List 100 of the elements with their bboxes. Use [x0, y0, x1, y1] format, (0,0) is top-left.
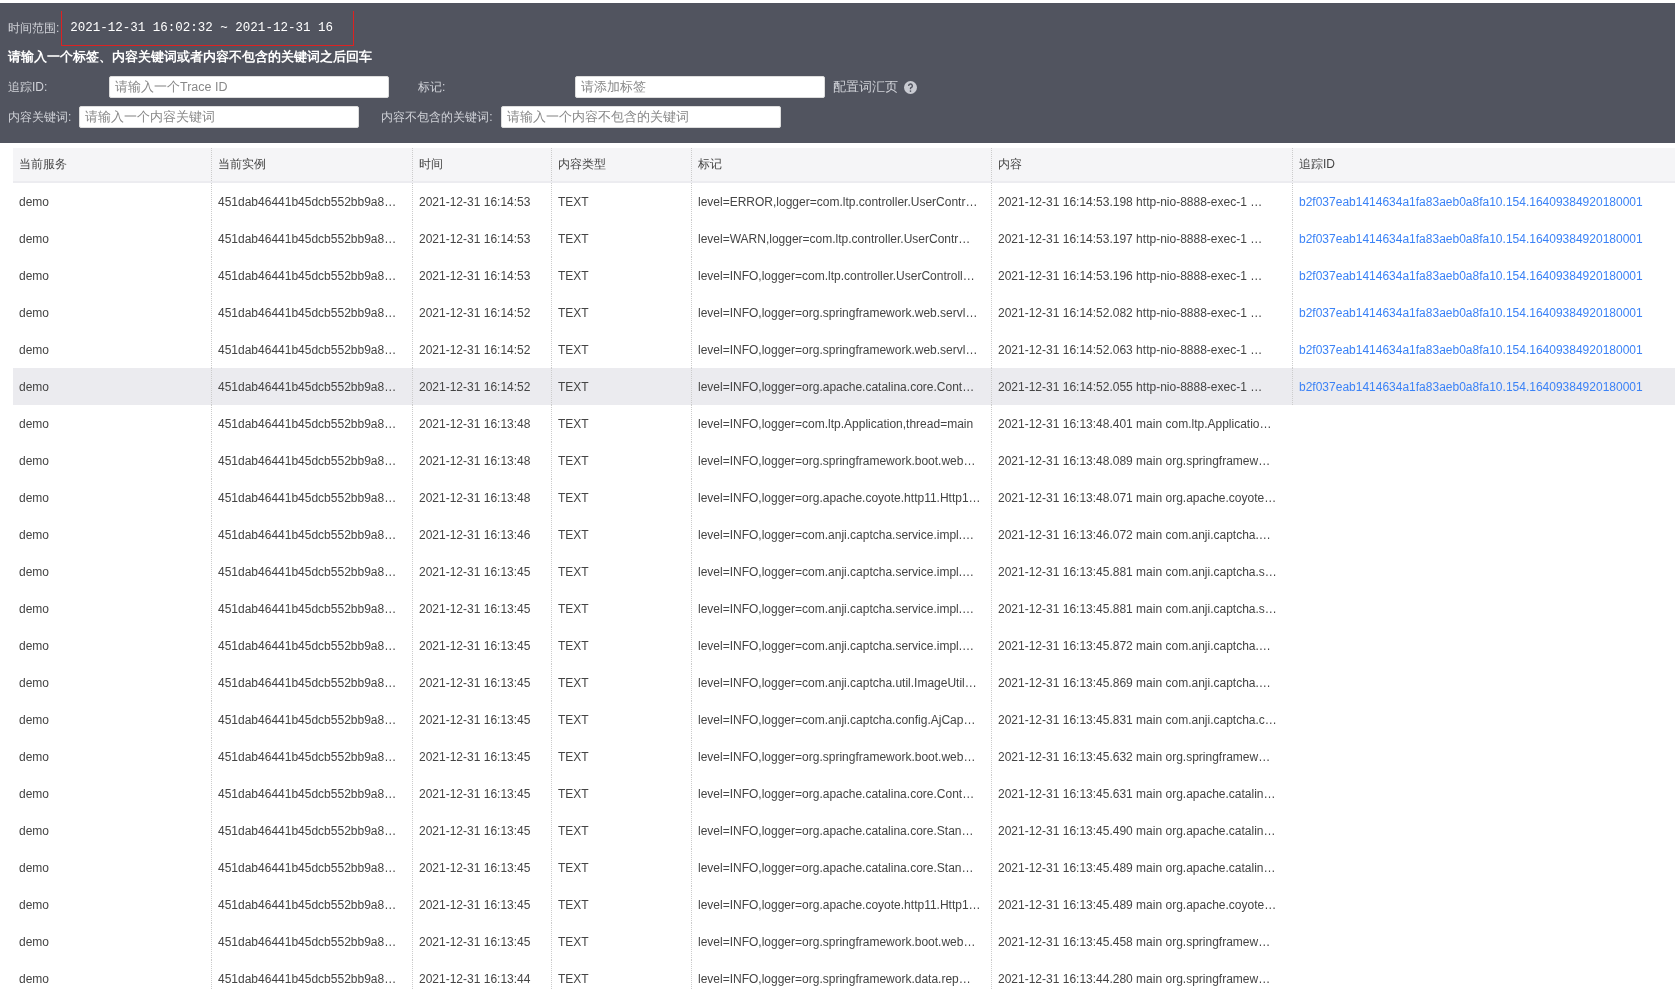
- table-row[interactable]: [13, 368, 1675, 405]
- table-cell: demo: [19, 416, 50, 431]
- table-cell: 2021-12-31 16:14:53.197 http-nio-8888-exec-1 …: [998, 231, 1263, 246]
- table-row[interactable]: demo 451dab46441b45dcb552bb9a8… 2021-12-31 16:13:48 TEXT level=INFO,logger=org.apache.coyote.http11.Http1… 2021-12-31 16:13:48.071 main org.apache.coyote…: [13, 479, 1675, 516]
- column-header: 时间: [412, 148, 551, 181]
- table-cell: 2021-12-31 16:13:45: [419, 823, 531, 838]
- column-header: 内容: [991, 148, 1292, 181]
- table-cell: 451dab46441b45dcb552bb9a8…: [218, 971, 397, 986]
- table-cell: 2021-12-31 16:13:48: [419, 416, 531, 431]
- table-cell: 451dab46441b45dcb552bb9a8…: [218, 305, 397, 320]
- trace-id-link[interactable]: b2f037eab1414634a1fa83aeb0a8fa10.154.16409384920180001: [1299, 268, 1643, 283]
- table-cell: 2021-12-31 16:13:46: [419, 527, 531, 542]
- excluded-keyword-field[interactable]: 请输入一个内容不包含的关键词: [500, 106, 781, 128]
- time-range-label: 时间范围:: [8, 19, 60, 37]
- trace-id-label: 追踪ID:: [8, 78, 49, 96]
- table-cell: TEXT: [558, 860, 589, 875]
- table-row[interactable]: demo 451dab46441b45dcb552bb9a8… 2021-12-31 16:13:45 TEXT level=INFO,logger=org.apache.catalina.core.Cont… 2021-12-31 16:13:45.631 main org.apache.catalin…: [13, 775, 1675, 812]
- table-cell: 2021-12-31 16:14:53.196 http-nio-8888-exec-1 …: [998, 268, 1263, 283]
- table-cell: 2021-12-31 16:13:45.489 main org.apache.coyote…: [998, 897, 1277, 912]
- table-cell: level=INFO,logger=org.springframework.boot.web…: [698, 934, 976, 949]
- table-cell: 2021-12-31 16:13:44.280 main org.springframew…: [998, 971, 1271, 986]
- search-hint: 请输入一个标签、内容关键词或者内容不包含的关键词之后回车: [8, 48, 373, 66]
- table-cell: 451dab46441b45dcb552bb9a8…: [218, 712, 397, 727]
- column-header: 当前服务: [18, 156, 68, 173]
- vocabulary-link[interactable]: 配置词汇页: [833, 78, 898, 96]
- column-header: 当前实例: [211, 148, 412, 181]
- table-cell: 451dab46441b45dcb552bb9a8…: [218, 490, 397, 505]
- help-icon[interactable]: [904, 80, 917, 94]
- table-cell: 451dab46441b45dcb552bb9a8…: [218, 194, 397, 209]
- table-cell: 2021-12-31 16:14:52: [419, 379, 531, 394]
- table-cell: level=INFO,logger=com.ltp.Application,thread=main: [698, 416, 974, 431]
- table-cell: 2021-12-31 16:13:45: [419, 675, 531, 690]
- table-cell: demo: [19, 490, 50, 505]
- table-cell: 2021-12-31 16:14:53: [419, 268, 531, 283]
- table-cell: TEXT: [558, 305, 589, 320]
- table-cell: TEXT: [558, 564, 589, 579]
- table-cell: 451dab46441b45dcb552bb9a8…: [218, 268, 397, 283]
- table-cell: level=INFO,logger=org.springframework.web.servl…: [698, 305, 978, 320]
- trace-id-field[interactable]: 请输入一个Trace ID: [109, 76, 389, 98]
- table-cell: TEXT: [558, 675, 589, 690]
- table-row[interactable]: demo 451dab46441b45dcb552bb9a8… 2021-12-31 16:13:45 TEXT level=INFO,logger=com.anji.captcha.service.impl.… 2021-12-31 16:13:45.881 main com.anji.captcha.s…: [13, 553, 1675, 590]
- table-cell: TEXT: [558, 712, 589, 727]
- table-cell: 2021-12-31 16:13:45: [419, 749, 531, 764]
- table-row[interactable]: demo 451dab46441b45dcb552bb9a8… 2021-12-31 16:13:45 TEXT level=INFO,logger=org.apache.catalina.core.Stan… 2021-12-31 16:13:45.489 main org.apache.catalin…: [13, 849, 1675, 886]
- table-cell: demo: [19, 601, 50, 616]
- table-cell: 451dab46441b45dcb552bb9a8…: [218, 601, 397, 616]
- table-row[interactable]: demo 451dab46441b45dcb552bb9a8… 2021-12-31 16:13:46 TEXT level=INFO,logger=com.anji.captcha.service.impl.… 2021-12-31 16:13:46.072 main com.anji.captcha.…: [13, 516, 1675, 553]
- column-header: 追踪ID: [1292, 148, 1675, 181]
- table-cell: level=INFO,logger=org.springframework.data.rep…: [698, 971, 971, 986]
- table-cell: 2021-12-31 16:14:53: [419, 231, 531, 246]
- table-cell: TEXT: [558, 897, 589, 912]
- table-cell: 2021-12-31 16:13:45.881 main com.anji.captcha.s…: [998, 601, 1277, 616]
- table-cell: 2021-12-31 16:14:53.198 http-nio-8888-exec-1 …: [998, 194, 1263, 209]
- table-cell: TEXT: [558, 416, 589, 431]
- table-cell: 2021-12-31 16:13:45: [419, 712, 531, 727]
- column-header: 标记: [691, 148, 991, 181]
- table-cell: 2021-12-31 16:14:52.082 http-nio-8888-exec-1 …: [998, 305, 1263, 320]
- table-cell: 451dab46441b45dcb552bb9a8…: [218, 860, 397, 875]
- table-cell: 2021-12-31 16:13:48: [419, 453, 531, 468]
- table-cell: demo: [19, 379, 50, 394]
- table-cell: 2021-12-31 16:13:45.831 main com.anji.captcha.c…: [998, 712, 1277, 727]
- table-cell: demo: [19, 712, 50, 727]
- excluded-keyword-label: 内容不包含的关键词:: [381, 108, 493, 126]
- table-cell: 2021-12-31 16:13:46.072 main com.anji.captcha.…: [998, 527, 1271, 542]
- table-cell: TEXT: [558, 268, 589, 283]
- table-cell: 2021-12-31 16:13:45: [419, 897, 531, 912]
- table-row[interactable]: demo 451dab46441b45dcb552bb9a8… 2021-12-31 16:13:45 TEXT level=INFO,logger=org.springframework.boot.web… 2021-12-31 16:13:45.458 main org.springframew…: [13, 923, 1675, 960]
- table-cell: 2021-12-31 16:13:45: [419, 934, 531, 949]
- table-cell: demo: [19, 675, 50, 690]
- trace-id-link[interactable]: b2f037eab1414634a1fa83aeb0a8fa10.154.16409384920180001: [1299, 305, 1643, 320]
- table-cell: TEXT: [558, 638, 589, 653]
- table-cell: 2021-12-31 16:13:45: [419, 786, 531, 801]
- table-cell: level=WARN,logger=com.ltp.controller.UserContr…: [698, 231, 971, 246]
- table-cell: 451dab46441b45dcb552bb9a8…: [218, 934, 397, 949]
- table-row[interactable]: demo 451dab46441b45dcb552bb9a8… 2021-12-31 16:13:45 TEXT level=INFO,logger=com.anji.captcha.util.ImageUtil… 2021-12-31 16:13:45.869 main com.anji.captcha.…: [13, 664, 1675, 701]
- table-row[interactable]: demo 451dab46441b45dcb552bb9a8… 2021-12-31 16:13:45 TEXT level=INFO,logger=com.anji.captcha.service.impl.… 2021-12-31 16:13:45.881 main com.anji.captcha.s…: [13, 590, 1675, 627]
- table-row[interactable]: demo 451dab46441b45dcb552bb9a8… 2021-12-31 16:13:45 TEXT level=INFO,logger=org.springframework.boot.web… 2021-12-31 16:13:45.632 main org.springframew…: [13, 738, 1675, 775]
- table-cell: 451dab46441b45dcb552bb9a8…: [218, 897, 397, 912]
- table-cell: demo: [19, 786, 50, 801]
- table-cell: demo: [19, 305, 50, 320]
- table-cell: demo: [19, 342, 50, 357]
- table-cell: TEXT: [558, 786, 589, 801]
- table-cell: level=INFO,logger=com.anji.captcha.service.impl.…: [698, 601, 975, 616]
- table-row[interactable]: demo 451dab46441b45dcb552bb9a8… 2021-12-31 16:13:45 TEXT level=INFO,logger=com.anji.captcha.config.AjCap… 2021-12-31 16:13:45.831 main com.anji.captcha.c…: [13, 701, 1675, 738]
- table-row[interactable]: demo 451dab46441b45dcb552bb9a8… 2021-12-31 16:13:45 TEXT level=INFO,logger=com.anji.captcha.service.impl.… 2021-12-31 16:13:45.872 main com.anji.captcha.…: [13, 627, 1675, 664]
- keyword-field[interactable]: 请输入一个内容关键词: [79, 106, 360, 128]
- table-row[interactable]: demo 451dab46441b45dcb552bb9a8… 2021-12-31 16:13:44 TEXT level=INFO,logger=org.springframework.data.rep… 2021-12-31 16:13:44.280 main org.springframew…: [13, 960, 1675, 990]
- table-cell: demo: [19, 749, 50, 764]
- table-row[interactable]: demo 451dab46441b45dcb552bb9a8… 2021-12-31 16:13:45 TEXT level=INFO,logger=org.apache.coyote.http11.Http1… 2021-12-31 16:13:45.489 main org.apache.coyote…: [13, 886, 1675, 923]
- tags-field[interactable]: 请添加标签: [575, 76, 825, 98]
- table-cell: 451dab46441b45dcb552bb9a8…: [218, 786, 397, 801]
- table-cell: level=INFO,logger=com.anji.captcha.service.impl.…: [698, 527, 975, 542]
- table-row[interactable]: demo 451dab46441b45dcb552bb9a8… 2021-12-31 16:13:48 TEXT level=INFO,logger=org.springframework.boot.web… 2021-12-31 16:13:48.089 main org.springframew…: [13, 442, 1675, 479]
- table-cell: level=INFO,logger=org.apache.coyote.http11.Http1…: [698, 490, 981, 505]
- trace-id-link[interactable]: b2f037eab1414634a1fa83aeb0a8fa10.154.16409384920180001: [1299, 342, 1643, 357]
- table-row[interactable]: demo 451dab46441b45dcb552bb9a8… 2021-12-31 16:13:48 TEXT level=INFO,logger=com.ltp.Application,thread=main 2021-12-31 16:13:48.401 main com.ltp.Applicatio…: [13, 405, 1675, 442]
- table-cell: 2021-12-31 16:13:45.872 main com.anji.captcha.…: [998, 638, 1271, 653]
- table-row[interactable]: demo 451dab46441b45dcb552bb9a8… 2021-12-31 16:13:45 TEXT level=INFO,logger=org.apache.catalina.core.Stan… 2021-12-31 16:13:45.490 main org.apache.catalin…: [13, 812, 1675, 849]
- trace-id-link[interactable]: b2f037eab1414634a1fa83aeb0a8fa10.154.16409384920180001: [1299, 194, 1643, 209]
- trace-id-link[interactable]: b2f037eab1414634a1fa83aeb0a8fa10.154.16409384920180001: [1299, 231, 1643, 246]
